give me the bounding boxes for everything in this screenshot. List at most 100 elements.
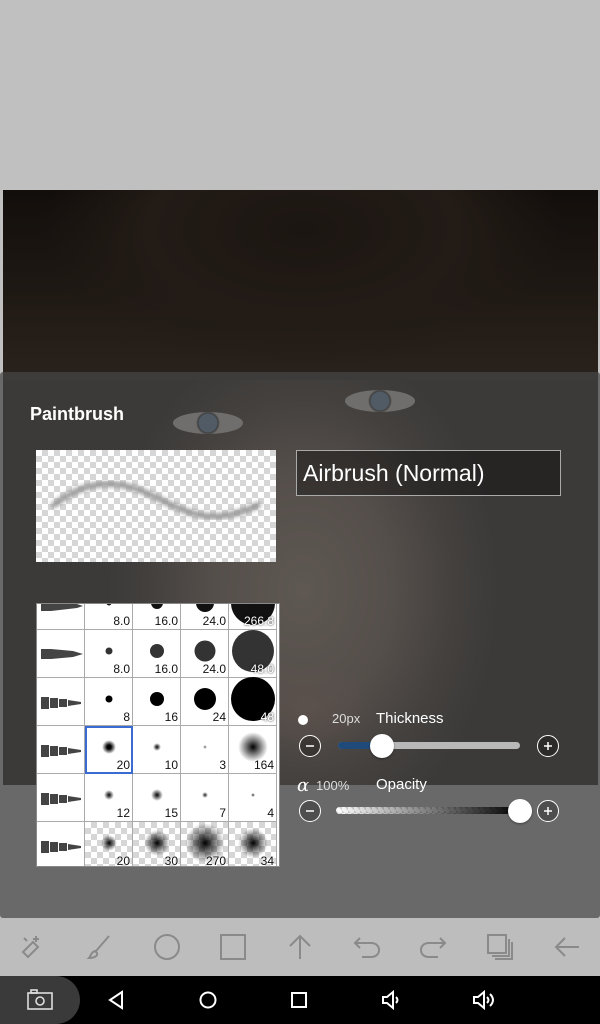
brush-stroke-preview <box>36 450 276 562</box>
brush-cell[interactable]: 24.0 <box>181 604 229 630</box>
brush-grid-row: 20 10 3 164 <box>37 726 277 774</box>
opacity-value: 100% <box>316 778 350 793</box>
brush-size-label: 12 <box>116 806 130 820</box>
brush-size-label: 24.0 <box>202 614 226 628</box>
system-navigation-bar <box>0 976 600 1024</box>
drawing-toolbar <box>0 918 600 976</box>
transform-icon[interactable] <box>16 930 50 964</box>
pen-tip-icon <box>41 697 81 709</box>
brush-cell[interactable]: 48.0 <box>229 630 277 678</box>
opacity-plus-button[interactable] <box>537 800 559 822</box>
brush-size-label: 8.0 <box>113 614 130 628</box>
thickness-label: Thickness <box>376 710 444 727</box>
brush-preset-name[interactable]: Airbrush (Normal) <box>296 450 561 496</box>
thickness-slider-knob[interactable] <box>369 734 394 758</box>
brush-cell[interactable]: 7 <box>181 774 229 822</box>
brush-cell[interactable]: 48 <box>229 677 277 726</box>
opacity-control: α 100% Opacity <box>296 774 566 834</box>
brush-cell[interactable]: 34 <box>229 822 277 866</box>
brush-cell[interactable]: 15 <box>133 774 181 822</box>
pen-tip-icon <box>41 793 81 805</box>
brush-cell-pen[interactable] <box>37 604 85 630</box>
brush-cell-selected[interactable]: 20 <box>85 726 133 774</box>
back-arrow-icon[interactable] <box>550 930 584 964</box>
thickness-value: 20px <box>332 711 361 726</box>
brush-cell-pen[interactable] <box>37 726 85 774</box>
brush-cell[interactable]: 20 <box>85 822 133 867</box>
brush-size-label: 270 <box>205 854 226 867</box>
brush-grid-row: 12 15 7 4 <box>37 774 277 822</box>
up-arrow-icon[interactable] <box>283 930 317 964</box>
brush-size-label: 10 <box>164 758 178 772</box>
brush-grid-row: 20 30 270 34 <box>37 822 277 867</box>
brush-size-label: 16.0 <box>154 662 178 676</box>
layers-icon[interactable] <box>483 930 517 964</box>
brush-size-label: 20 <box>116 758 130 772</box>
brush-cell[interactable]: 3 <box>181 726 229 774</box>
plus-icon <box>544 742 552 750</box>
opacity-label: Opacity <box>376 776 427 793</box>
brush-cell-pen[interactable] <box>37 774 85 822</box>
opacity-gradient <box>336 807 520 814</box>
brush-cell[interactable]: 16.0 <box>133 604 181 630</box>
brush-icon[interactable] <box>83 930 117 964</box>
screenshot-icon[interactable] <box>0 976 80 1024</box>
brush-cell[interactable]: 24 <box>181 678 229 726</box>
brush-cell[interactable]: 16.0 <box>133 630 181 678</box>
recents-icon[interactable] <box>285 986 313 1014</box>
brush-size-label: 8.0 <box>113 662 130 676</box>
back-icon[interactable] <box>102 986 130 1014</box>
opacity-slider-knob[interactable] <box>508 799 532 823</box>
thickness-minus-button[interactable] <box>299 735 321 757</box>
brush-cell[interactable]: 16 <box>133 678 181 726</box>
panel-title: Paintbrush <box>30 404 125 424</box>
pen-tip-icon <box>41 841 81 853</box>
minus-icon <box>306 810 314 812</box>
minus-icon <box>306 745 314 747</box>
volume-down-icon[interactable] <box>378 986 406 1014</box>
brush-size-label: 16.0 <box>154 614 178 628</box>
brush-cell[interactable]: 12 <box>85 774 133 822</box>
brush-cell[interactable]: 4 <box>229 774 277 822</box>
brush-cell[interactable]: 10 <box>133 726 181 774</box>
brush-cell-pen[interactable] <box>37 822 85 866</box>
opacity-slider-track[interactable] <box>336 807 520 814</box>
ellipse-icon[interactable] <box>150 930 184 964</box>
brush-size-label: 15 <box>164 806 178 820</box>
brush-size-label: 24 <box>212 710 226 724</box>
redo-icon[interactable] <box>416 930 450 964</box>
brush-cell[interactable]: 8.0 <box>85 604 133 630</box>
brush-size-label: 20 <box>116 854 130 867</box>
brush-size-label: 4 <box>267 806 274 820</box>
brush-cell[interactable]: 8 <box>85 678 133 726</box>
brush-settings-panel: Paintbrush Airbrush (Normal) 8.0 16.0 24… <box>0 372 600 918</box>
brush-cell[interactable]: 24.0 <box>181 630 229 678</box>
home-icon[interactable] <box>194 986 222 1014</box>
brush-size-label: 266.8 <box>243 614 274 628</box>
pen-tip-icon <box>41 649 83 659</box>
brush-cell[interactable]: 30 <box>133 822 181 866</box>
rectangle-icon[interactable] <box>216 930 250 964</box>
thickness-slider-track[interactable] <box>338 742 520 749</box>
brush-size-label: 16 <box>164 710 178 724</box>
brush-cell[interactable]: 270 <box>181 822 229 867</box>
opacity-minus-button[interactable] <box>299 800 321 822</box>
brush-size-label: 48.0 <box>250 662 274 676</box>
volume-up-icon[interactable] <box>470 986 498 1014</box>
brush-cell[interactable]: 164 <box>229 726 277 774</box>
pen-tip-icon <box>41 604 83 611</box>
brush-preset-grid[interactable]: 8.0 16.0 24.0 266.8 8.0 16.0 24.0 48.0 8… <box>36 603 280 867</box>
brush-cell-pen[interactable] <box>37 630 85 678</box>
brush-size-label: 7 <box>219 806 226 820</box>
brush-size-label: 164 <box>253 758 274 772</box>
brush-cell[interactable]: 266.8 <box>229 604 277 630</box>
brush-grid-row: 8.0 16.0 24.0 266.8 <box>37 604 277 630</box>
brush-size-label: 24.0 <box>202 662 226 676</box>
brush-cell[interactable]: 8.0 <box>85 630 133 678</box>
thickness-plus-button[interactable] <box>537 735 559 757</box>
thickness-dot-icon <box>298 715 308 725</box>
brush-size-label: 48 <box>260 710 274 724</box>
undo-icon[interactable] <box>350 930 384 964</box>
brush-cell-pen[interactable] <box>37 678 85 726</box>
thickness-control: 20px Thickness <box>296 708 566 768</box>
